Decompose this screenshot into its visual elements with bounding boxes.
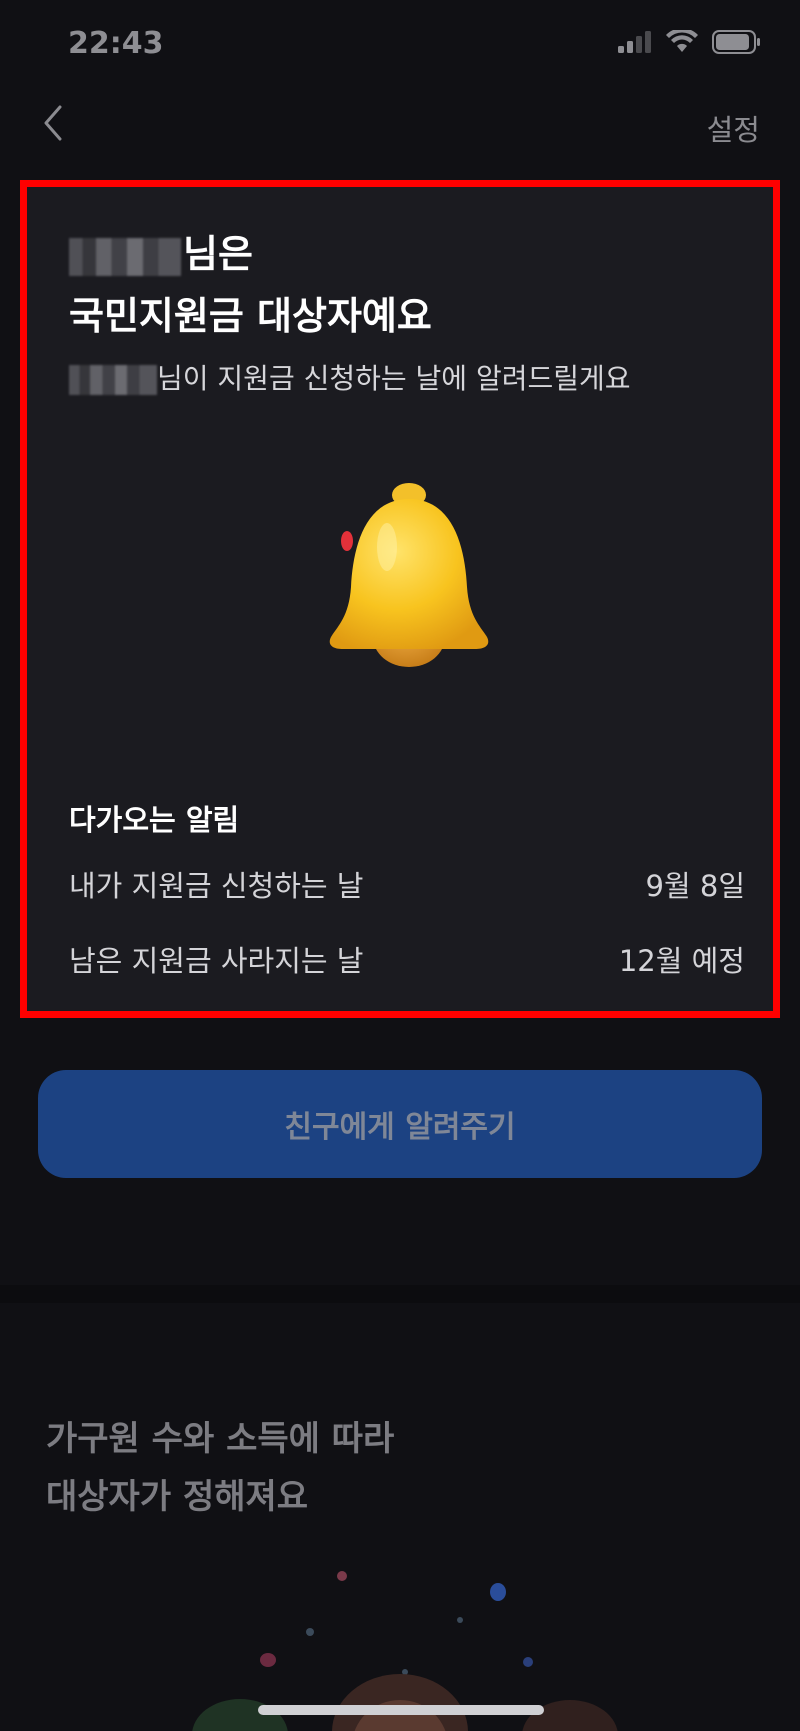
status-time: 22:43 <box>68 26 164 61</box>
info-line-2: 대상자가 정해져요 <box>46 1477 309 1517</box>
battery-icon <box>712 30 760 54</box>
settings-link[interactable]: 설정 <box>707 107 760 149</box>
bell-icon <box>329 483 489 667</box>
status-icons <box>618 30 760 54</box>
wifi-icon <box>666 30 698 52</box>
eligibility-info-title: 가구원 수와 소득에 따라 대상자가 정해져요 <box>46 1410 746 1526</box>
home-indicator[interactable] <box>258 1705 544 1715</box>
alert-label: 내가 지원금 신청하는 날 <box>69 869 364 903</box>
share-with-friends-button[interactable]: 친구에게 알려주기 <box>38 1070 762 1178</box>
alert-row: 내가 지원금 신청하는 날 9월 8일 <box>69 864 745 904</box>
nav-bar: 설정 <box>0 95 800 155</box>
eligibility-headline: 님은 국민지원금 대상자예요 <box>69 223 729 347</box>
alert-value: 9월 8일 <box>645 869 745 903</box>
notification-subline: 님이 지원금 신청하는 날에 알려드릴게요 <box>69 357 631 397</box>
masked-user-name-small <box>69 365 157 395</box>
headline-main: 국민지원금 대상자예요 <box>69 294 432 338</box>
status-bar: 22:43 <box>0 0 800 90</box>
section-divider <box>0 1285 800 1303</box>
signal-icon <box>618 31 651 53</box>
upcoming-alerts-title: 다가오는 알림 <box>69 803 240 837</box>
masked-user-name <box>69 237 181 276</box>
subline-text: 님이 지원금 신청하는 날에 알려드릴게요 <box>157 362 631 395</box>
alert-row: 남은 지원금 사라지는 날 12월 예정 <box>69 939 745 979</box>
alert-value: 12월 예정 <box>618 944 745 978</box>
info-line-1: 가구원 수와 소득에 따라 <box>46 1419 395 1459</box>
alert-label: 남은 지원금 사라지는 날 <box>69 944 364 978</box>
back-chevron-icon[interactable] <box>38 103 68 143</box>
headline-suffix: 님은 <box>183 232 253 276</box>
subsidy-card: 님은 국민지원금 대상자예요 님이 지원금 신청하는 날에 알려드릴게요 다가오… <box>20 180 780 1018</box>
